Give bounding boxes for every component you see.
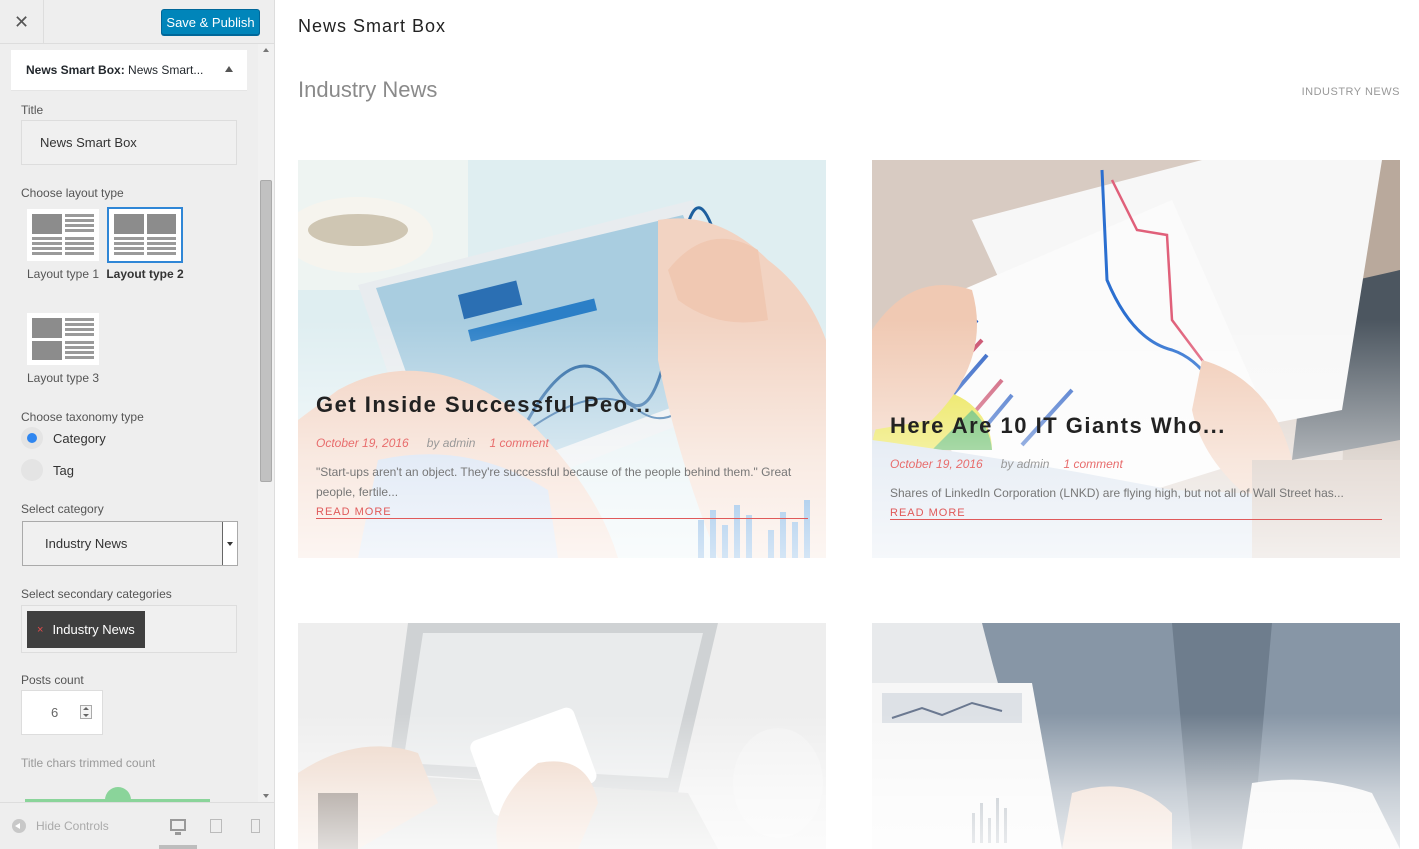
title-input[interactable]: News Smart Box <box>21 120 237 165</box>
layout-2-label: Layout type 2 <box>106 267 184 281</box>
scrollbar-thumb[interactable] <box>260 180 272 482</box>
secondary-categories-label: Select secondary categories <box>21 587 172 601</box>
site-preview: News Smart Box Industry News INDUSTRY NE… <box>275 0 1419 849</box>
taxonomy-category-radio[interactable]: Category <box>21 427 106 449</box>
widget-panel-header[interactable]: News Smart Box: News Smart... <box>11 50 247 91</box>
active-device-indicator <box>159 845 197 849</box>
layout-3-thumbnail-icon <box>27 313 99 365</box>
collapse-sidebar-icon <box>12 819 26 833</box>
post-title-link[interactable]: Get Inside Successful Peo... <box>316 392 808 418</box>
desktop-preview-icon[interactable] <box>170 819 186 835</box>
widget-title: News Smart Box <box>298 16 447 36</box>
number-spinner-icon[interactable] <box>80 705 92 719</box>
layout-2-thumbnail-icon <box>107 207 183 263</box>
post-card <box>298 623 826 849</box>
collapse-arrow-icon[interactable] <box>225 66 233 72</box>
posts-count-label: Posts count <box>21 673 84 687</box>
sidebar-scrollbar[interactable] <box>258 44 274 802</box>
post-date[interactable]: October 19, 2016 <box>890 457 983 471</box>
customizer-topbar: ✕ Save & Publish <box>0 0 274 44</box>
title-trim-label: Title chars trimmed count <box>21 756 156 770</box>
layout-option-1[interactable]: Layout type 1 <box>23 209 103 281</box>
taxonomy-tag-radio[interactable]: Tag <box>21 459 74 481</box>
post-meta: October 19, 2016 by admin 1 comment <box>890 457 1382 471</box>
secondary-categories-input[interactable]: × Industry News <box>21 605 237 653</box>
posts-count-input[interactable]: 6 <box>21 690 103 735</box>
post-author[interactable]: by admin <box>427 436 476 450</box>
customizer-sidebar: ✕ Save & Publish News Smart Box: News Sm… <box>0 0 275 849</box>
layout-1-thumbnail-icon <box>27 209 99 261</box>
widget-panel: News Smart Box: News Smart... Title News… <box>11 50 247 802</box>
read-more-link[interactable]: READ MORE <box>316 506 808 519</box>
category-select[interactable]: Industry News <box>22 521 238 566</box>
layout-option-3[interactable]: Layout type 3 <box>23 313 103 385</box>
save-publish-button[interactable]: Save & Publish <box>161 9 260 35</box>
post-card: Here Are 10 IT Giants Who... October 19,… <box>872 160 1400 558</box>
taxonomy-type-label: Choose taxonomy type <box>21 410 144 424</box>
category-select-value: Industry News <box>45 536 128 551</box>
post-meta: October 19, 2016 by admin 1 comment <box>316 436 808 450</box>
customizer-footer: Hide Controls <box>0 802 274 849</box>
widget-type-label: News Smart Box: <box>26 63 125 77</box>
post-card: Get Inside Successful Peo... October 19,… <box>298 160 826 558</box>
layout-3-label: Layout type 3 <box>26 371 100 385</box>
close-icon: ✕ <box>13 11 30 32</box>
post-date[interactable]: October 19, 2016 <box>316 436 409 450</box>
post-content: Here Are 10 IT Giants Who... October 19,… <box>890 413 1382 520</box>
mobile-preview-icon[interactable] <box>251 819 260 833</box>
post-author[interactable]: by admin <box>1001 457 1050 471</box>
post-excerpt: Shares of LinkedIn Corporation (LNKD) ar… <box>890 486 1344 500</box>
scroll-up-icon[interactable] <box>263 48 269 52</box>
card-overlay <box>298 623 826 849</box>
layout-type-label: Choose layout type <box>21 186 124 200</box>
post-content: Get Inside Successful Peo... October 19,… <box>316 392 808 519</box>
tablet-preview-icon[interactable] <box>210 819 222 833</box>
post-title-link[interactable]: Here Are 10 IT Giants Who... <box>890 413 1382 439</box>
select-category-label: Select category <box>21 502 104 516</box>
title-label: Title <box>21 103 44 117</box>
taxonomy-category-label: Category <box>53 430 106 446</box>
hide-controls-label: Hide Controls <box>36 819 109 833</box>
post-comments-link[interactable]: 1 comment <box>1063 457 1122 471</box>
category-chip-label: Industry News <box>52 622 135 637</box>
remove-chip-icon[interactable]: × <box>37 624 43 636</box>
radio-empty-icon <box>21 459 43 481</box>
radio-selected-icon <box>21 427 43 449</box>
taxonomy-tag-label: Tag <box>53 462 74 478</box>
widget-form: Title News Smart Box Choose layout type … <box>11 91 247 802</box>
section-category-link[interactable]: INDUSTRY NEWS <box>1302 86 1400 98</box>
post-comments-link[interactable]: 1 comment <box>489 436 548 450</box>
scroll-down-icon[interactable] <box>263 794 269 798</box>
posts-count-value: 6 <box>51 705 59 720</box>
title-trim-slider-handle[interactable] <box>105 787 131 802</box>
layout-option-2[interactable]: Layout type 2 <box>105 207 185 281</box>
post-card <box>872 623 1400 849</box>
category-chip[interactable]: × Industry News <box>27 611 145 648</box>
post-excerpt: "Start-ups aren't an object. They're suc… <box>316 465 792 499</box>
card-overlay <box>872 623 1400 849</box>
close-button[interactable]: ✕ <box>0 0 44 44</box>
read-more-link[interactable]: READ MORE <box>890 507 1382 520</box>
chevron-down-icon[interactable] <box>222 522 237 565</box>
widget-name-label: News Smart... <box>128 63 204 77</box>
layout-1-label: Layout type 1 <box>26 267 100 281</box>
section-title: Industry News <box>298 77 438 102</box>
hide-controls-button[interactable]: Hide Controls <box>12 819 109 833</box>
